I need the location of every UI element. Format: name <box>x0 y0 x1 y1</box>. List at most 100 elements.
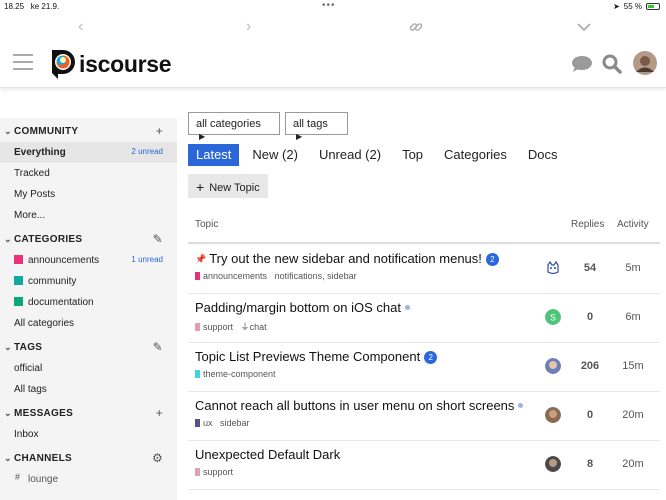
topic-title-link[interactable]: Unexpected Default Dark <box>195 447 340 462</box>
reply-count[interactable]: 206 <box>568 360 612 372</box>
category-link[interactable]: support <box>203 467 233 477</box>
table-row[interactable]: 📌 Try out the new sidebar and notificatio… <box>188 245 660 294</box>
category-link[interactable]: announcements <box>203 271 267 281</box>
chevron-down-icon[interactable] <box>577 23 591 32</box>
chat-bubble-icon[interactable] <box>571 55 593 73</box>
svg-text:S: S <box>550 313 556 323</box>
sidebar-section-channels[interactable]: ⌄ CHANNELS ⚙ <box>0 445 177 469</box>
sidebar-item-all-categories[interactable]: All categories <box>0 313 177 334</box>
chevron-down-icon[interactable]: ⌄ <box>4 342 12 353</box>
sidebar: ⌄ COMMUNITY + Everything 2 unread Tracke… <box>0 118 177 500</box>
column-activity[interactable]: Activity <box>617 219 649 230</box>
table-row[interactable]: Padding/margin bottom on iOS chat suppor… <box>188 294 660 343</box>
sidebar-item-lounge[interactable]: # lounge <box>0 469 177 490</box>
status-time: 18.25 ke 21.9. <box>4 2 60 11</box>
sidebar-section-messages[interactable]: ⌄ MESSAGES + <box>0 400 177 424</box>
unread-count-badge[interactable]: 2 <box>485 253 499 266</box>
table-row[interactable]: Unexpected Default Dark support 8 20m <box>188 441 660 490</box>
plus-icon[interactable]: + <box>156 124 163 138</box>
site-logo[interactable]: iscourse <box>50 48 172 80</box>
user-avatar[interactable] <box>633 51 657 75</box>
sidebar-item-official[interactable]: official <box>0 358 177 379</box>
pencil-icon[interactable]: ✎ <box>153 232 163 246</box>
table-row[interactable]: Cannot reach all buttons in user menu on… <box>188 392 660 441</box>
plus-icon[interactable]: + <box>156 406 163 420</box>
gear-icon[interactable]: ⚙ <box>152 451 163 465</box>
new-topic-button[interactable]: + New Topic <box>188 174 268 198</box>
category-link[interactable]: support <box>203 322 233 332</box>
category-swatch <box>14 276 23 285</box>
poster-avatar[interactable] <box>545 456 561 472</box>
category-link[interactable]: theme-component <box>203 369 276 379</box>
tag-link[interactable]: notifications <box>275 271 323 281</box>
tab-docs[interactable]: Docs <box>520 144 566 166</box>
unread-count-badge[interactable]: 2 <box>424 351 438 364</box>
reply-count[interactable]: 54 <box>568 262 612 274</box>
sidebar-item-more[interactable]: More... <box>0 205 177 226</box>
sidebar-item-documentation[interactable]: documentation <box>0 292 177 313</box>
category-swatch <box>195 272 200 280</box>
activity-time[interactable]: 15m <box>618 360 648 372</box>
tab-categories[interactable]: Categories <box>436 144 515 166</box>
tab-top[interactable]: Top <box>394 144 431 166</box>
poster-avatar[interactable] <box>545 358 561 374</box>
chevron-down-icon[interactable]: ⌄ <box>4 408 12 419</box>
chevron-down-icon[interactable]: ⌄ <box>4 234 12 245</box>
tab-new[interactable]: New (2) <box>244 144 306 166</box>
tag-link[interactable]: chat <box>250 322 267 332</box>
activity-time[interactable]: 5m <box>618 262 648 274</box>
hash-icon: # <box>15 472 21 482</box>
unread-badge: 1 unread <box>131 255 163 264</box>
categories-dropdown[interactable]: all categories ▶ <box>188 112 280 141</box>
tag-link[interactable]: sidebar <box>220 418 250 428</box>
sidebar-item-everything[interactable]: Everything 2 unread <box>0 142 177 163</box>
reply-count[interactable]: 8 <box>568 458 612 470</box>
more-dots-icon[interactable]: ••• <box>322 0 336 11</box>
chevron-down-icon[interactable]: ⌄ <box>4 453 12 464</box>
topic-title-link[interactable]: Cannot reach all buttons in user menu on… <box>195 398 514 413</box>
pencil-icon[interactable]: ✎ <box>153 340 163 354</box>
sidebar-item-community[interactable]: community <box>0 271 177 292</box>
topic-title-link[interactable]: Topic List Previews Theme Component <box>195 349 420 364</box>
topic-title-link[interactable]: Try out the new sidebar and notification… <box>209 251 482 266</box>
sidebar-item-tracked[interactable]: Tracked <box>0 163 177 184</box>
search-icon[interactable] <box>602 54 622 74</box>
poster-avatar[interactable]: S <box>545 309 561 325</box>
plus-icon: + <box>196 179 205 195</box>
sidebar-section-community[interactable]: ⌄ COMMUNITY + <box>0 118 177 142</box>
poster-avatar[interactable] <box>545 260 561 276</box>
hamburger-menu-icon[interactable] <box>13 54 33 70</box>
activity-time[interactable]: 20m <box>618 409 648 421</box>
battery-percent: 55 % <box>623 2 642 11</box>
category-link[interactable]: ux <box>203 418 213 428</box>
link-icon[interactable] <box>409 20 423 34</box>
sidebar-section-categories[interactable]: ⌄ CATEGORIES ✎ <box>0 226 177 250</box>
reply-count[interactable]: 0 <box>568 409 612 421</box>
column-topic[interactable]: Topic <box>195 219 218 230</box>
category-swatch <box>195 323 200 331</box>
reply-count[interactable]: 0 <box>568 311 612 323</box>
unread-badge: 2 unread <box>131 147 163 156</box>
sidebar-section-tags[interactable]: ⌄ TAGS ✎ <box>0 334 177 358</box>
forward-chevron-icon[interactable]: › <box>246 18 251 36</box>
sidebar-item-all-tags[interactable]: All tags <box>0 379 177 400</box>
tag-link[interactable]: sidebar <box>327 271 357 281</box>
site-header: iscourse <box>0 42 666 88</box>
activity-time[interactable]: 6m <box>618 311 648 323</box>
sidebar-item-my-posts[interactable]: My Posts <box>0 184 177 205</box>
tags-dropdown[interactable]: all tags ▶ <box>285 112 348 141</box>
activity-time[interactable]: 20m <box>618 458 648 470</box>
topic-nav: Latest New (2) Unread (2) Top Categories… <box>188 144 571 166</box>
sidebar-item-announcements[interactable]: announcements 1 unread <box>0 250 177 271</box>
tab-unread[interactable]: Unread (2) <box>311 144 389 166</box>
caret-right-icon: ▶ <box>296 132 303 141</box>
sidebar-item-inbox[interactable]: Inbox <box>0 424 177 445</box>
table-row[interactable]: Topic List Previews Theme Component 2 the… <box>188 343 660 392</box>
poster-avatar[interactable] <box>545 407 561 423</box>
topic-title-link[interactable]: Padding/margin bottom on iOS chat <box>195 300 401 315</box>
column-replies[interactable]: Replies <box>571 219 604 230</box>
back-chevron-icon[interactable]: ‹ <box>78 18 83 36</box>
category-swatch <box>195 419 200 427</box>
tab-latest[interactable]: Latest <box>188 144 240 166</box>
chevron-down-icon[interactable]: ⌄ <box>4 126 12 137</box>
